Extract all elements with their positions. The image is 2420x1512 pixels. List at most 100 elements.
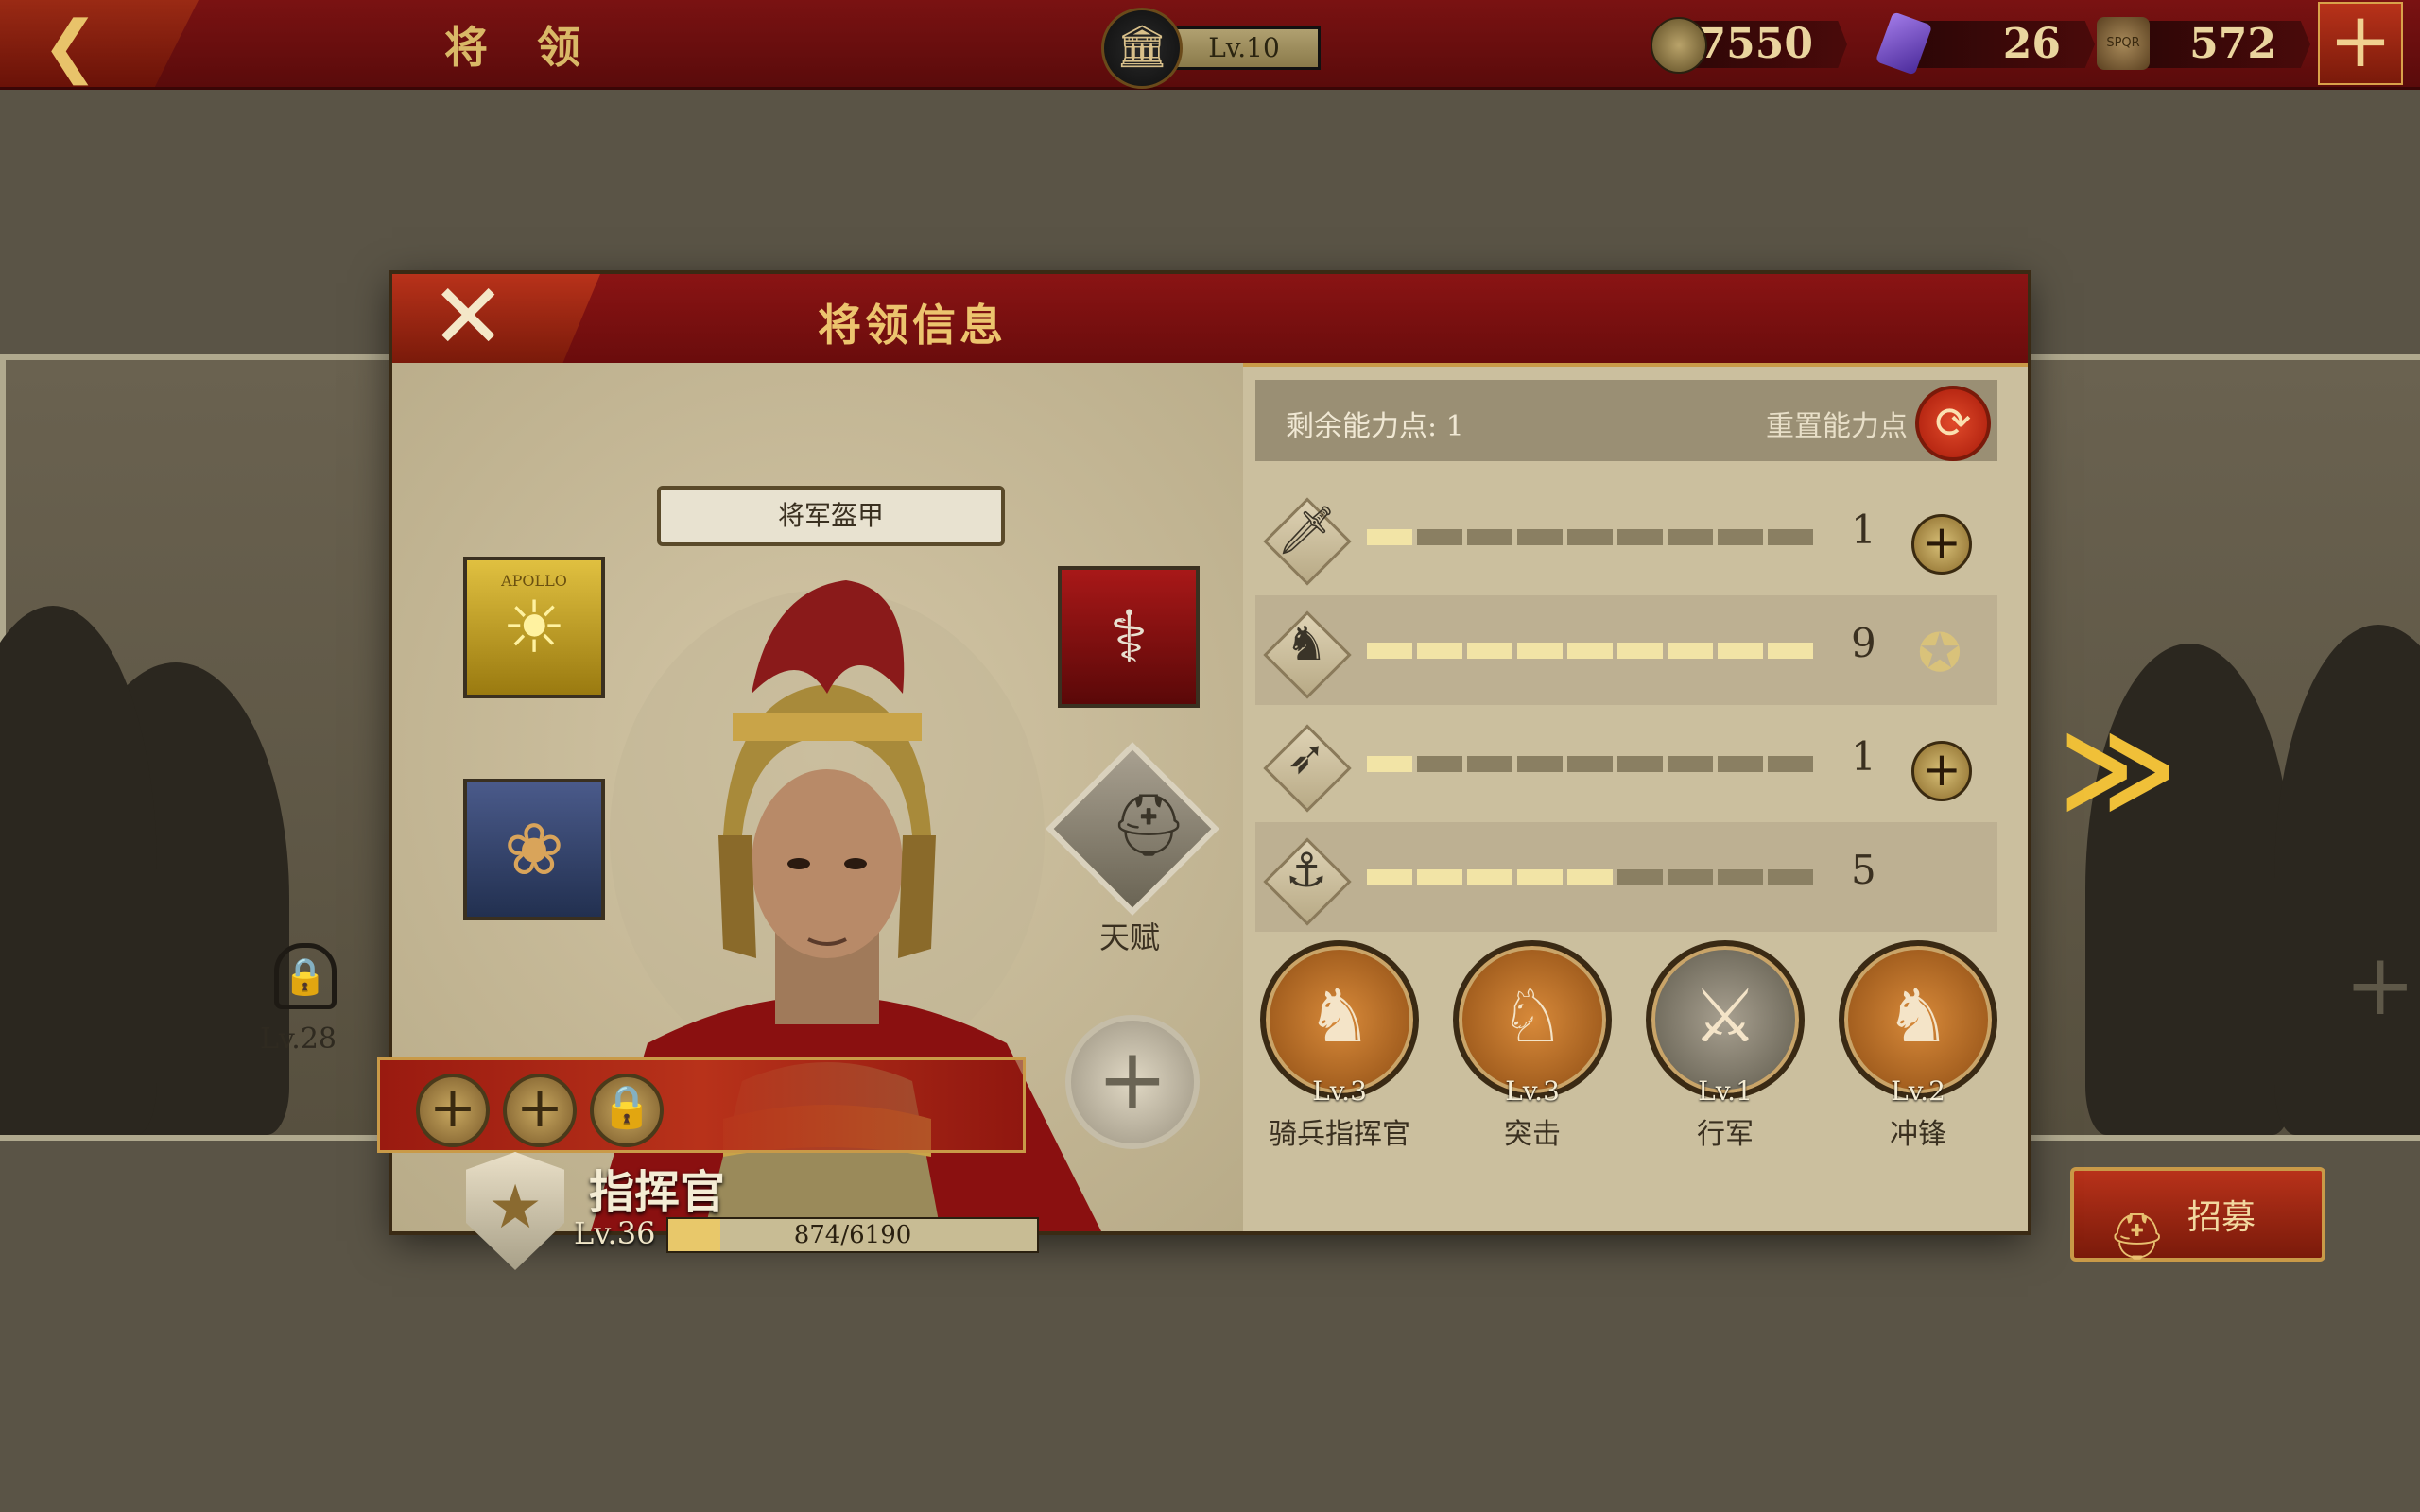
stat-segment bbox=[1768, 756, 1813, 772]
stat-segment bbox=[1768, 643, 1813, 659]
stat-segment bbox=[1467, 643, 1512, 659]
hero-silhouette bbox=[2274, 625, 2420, 1135]
stat-segment bbox=[1417, 869, 1462, 885]
add-stat-point-button[interactable]: + bbox=[1911, 741, 1972, 801]
stat-segment bbox=[1668, 756, 1713, 772]
skill-item[interactable]: ♞ Lv.2 冲锋 bbox=[1839, 940, 1999, 1158]
stat-segment bbox=[1668, 529, 1713, 545]
stat-progress-bar bbox=[1367, 869, 1815, 885]
add-stat-point-button[interactable]: + bbox=[1911, 514, 1972, 575]
page-title: 将 领 bbox=[444, 22, 598, 73]
stat-segment bbox=[1718, 643, 1763, 659]
stat-value: 1 bbox=[1851, 733, 1876, 780]
stat-segment bbox=[1718, 756, 1763, 772]
stat-segment bbox=[1367, 529, 1412, 545]
stat-row: 🗡 1 + bbox=[1255, 482, 1997, 592]
back-button[interactable]: ❮ bbox=[0, 0, 199, 87]
plus-icon: + bbox=[2344, 936, 2416, 1035]
skill-name: 行军 bbox=[1697, 1118, 1754, 1151]
horse-icon: ♞ bbox=[1285, 616, 1328, 671]
ability-points-bar: 剩余能力点: 1 重置能力点 ⟳ bbox=[1255, 380, 1997, 461]
recruit-button[interactable]: ⛑ 招募 bbox=[2070, 1167, 2325, 1263]
stat-segment bbox=[1417, 756, 1462, 772]
skill-level: Lv.2 bbox=[1891, 1075, 1945, 1107]
stat-segment bbox=[1367, 643, 1412, 659]
skill-level: Lv.3 bbox=[1505, 1075, 1560, 1107]
stat-segment bbox=[1567, 869, 1613, 885]
stat-value: 9 bbox=[1851, 620, 1876, 666]
armor-name-label[interactable]: 将军盔甲 bbox=[657, 486, 1005, 546]
stat-segment bbox=[1617, 643, 1663, 659]
stat-segment bbox=[1768, 869, 1813, 885]
stat-segment bbox=[1467, 756, 1512, 772]
anchor-icon: ⚓ bbox=[1285, 843, 1328, 898]
stat-segment bbox=[1467, 869, 1512, 885]
hero-rank: 指挥官 bbox=[589, 1166, 726, 1219]
stat-segment bbox=[1768, 529, 1813, 545]
background-hero-level: Lv.28 bbox=[260, 1022, 337, 1056]
stat-progress-bar bbox=[1367, 756, 1815, 772]
stat-segment bbox=[1467, 529, 1512, 545]
skill-name: 骑兵指挥官 bbox=[1269, 1118, 1410, 1151]
temple-icon[interactable]: 🏛 bbox=[1101, 8, 1183, 89]
skill-item[interactable]: ⚔ Lv.1 行军 bbox=[1646, 940, 1806, 1158]
lock-icon: 🔒 bbox=[274, 943, 337, 1009]
stat-segment bbox=[1517, 869, 1563, 885]
sword-icon: 🗡 bbox=[1276, 503, 1337, 558]
stat-segment bbox=[1718, 529, 1763, 545]
stat-segment bbox=[1567, 529, 1613, 545]
close-button[interactable]: ✕ bbox=[392, 274, 600, 363]
remaining-points: 剩余能力点: 1 bbox=[1286, 410, 1464, 443]
experience-text: 874/6190 bbox=[793, 1221, 912, 1249]
skill-item[interactable]: ♞ Lv.3 骑兵指挥官 bbox=[1260, 940, 1421, 1158]
experience-bar: 874/6190 bbox=[666, 1217, 1039, 1253]
stat-segment bbox=[1567, 643, 1613, 659]
helmet-icon: ⛑ bbox=[1110, 791, 1187, 861]
stat-value: 5 bbox=[1851, 847, 1876, 893]
stat-segment bbox=[1517, 643, 1563, 659]
stat-progress-bar bbox=[1367, 529, 1815, 545]
skill-item[interactable]: ♘ Lv.3 突击 bbox=[1453, 940, 1614, 1158]
add-resource-button[interactable]: + bbox=[2318, 2, 2403, 85]
hero-level: Lv.36 bbox=[574, 1215, 656, 1251]
skill-level: Lv.3 bbox=[1312, 1075, 1367, 1107]
skill-level: Lv.1 bbox=[1698, 1075, 1753, 1107]
stat-segment bbox=[1668, 869, 1713, 885]
skill-name: 冲锋 bbox=[1890, 1118, 1946, 1151]
stat-value: 1 bbox=[1851, 507, 1876, 553]
add-skill-slot-button[interactable]: + bbox=[416, 1074, 490, 1147]
stat-segment bbox=[1517, 756, 1563, 772]
add-equipment-button[interactable]: + bbox=[1065, 1015, 1200, 1149]
locked-slot-lock-icon[interactable]: 🔒 bbox=[590, 1074, 664, 1147]
skill-name: 突击 bbox=[1504, 1118, 1561, 1151]
stat-segment bbox=[1417, 529, 1462, 545]
stat-segment bbox=[1567, 756, 1613, 772]
top-bar: ❮ 将 领 Lv.10 🏛 7550 26 572 SPQR + bbox=[0, 0, 2420, 90]
stat-segment bbox=[1517, 529, 1563, 545]
stat-segment bbox=[1718, 869, 1763, 885]
dialog-header: ✕ 将领信息 bbox=[392, 274, 2028, 367]
dialog-title: 将领信息 bbox=[818, 300, 1007, 351]
portrait-panel: 将军盔甲 APOLLO ☀ ❀ ⚕ ⛑ 天赋 + + + 🔒 ★ 指挥官 Lv.… bbox=[377, 363, 1243, 1270]
stat-segment bbox=[1417, 643, 1462, 659]
coin-icon bbox=[1651, 17, 1707, 74]
general-info-dialog: ✕ 将领信息 将军盔甲 APOLLO ☀ ❀ ⚕ ⛑ 天赋 + + + 🔒 ★ … bbox=[377, 274, 2028, 1270]
reset-points-button[interactable]: ⟳ bbox=[1915, 386, 1991, 461]
reset-points-label: 重置能力点 bbox=[1766, 410, 1908, 443]
left-hero-frame bbox=[0, 354, 408, 1141]
stat-row: ♞ 9 ✪ bbox=[1255, 595, 1997, 705]
add-skill-slot-button[interactable]: + bbox=[503, 1074, 577, 1147]
building-level: Lv.10 bbox=[1167, 26, 1321, 70]
stat-progress-bar bbox=[1367, 643, 1815, 659]
stat-segment bbox=[1668, 643, 1713, 659]
stat-segment bbox=[1617, 529, 1663, 545]
talent-label: 天赋 bbox=[1098, 919, 1160, 955]
stat-segment bbox=[1367, 869, 1412, 885]
stat-segment bbox=[1617, 869, 1663, 885]
stat-row: ⚓ 5 bbox=[1255, 822, 1997, 932]
rank-shield-icon: ★ bbox=[466, 1152, 564, 1270]
next-hero-arrow-icon[interactable]: ≫ bbox=[2059, 704, 2178, 835]
back-arrow-icon: ❮ bbox=[42, 6, 99, 85]
helmet-plus-icon: ⛑ bbox=[2108, 1211, 2166, 1263]
spqr-token-icon: SPQR bbox=[2097, 17, 2150, 70]
